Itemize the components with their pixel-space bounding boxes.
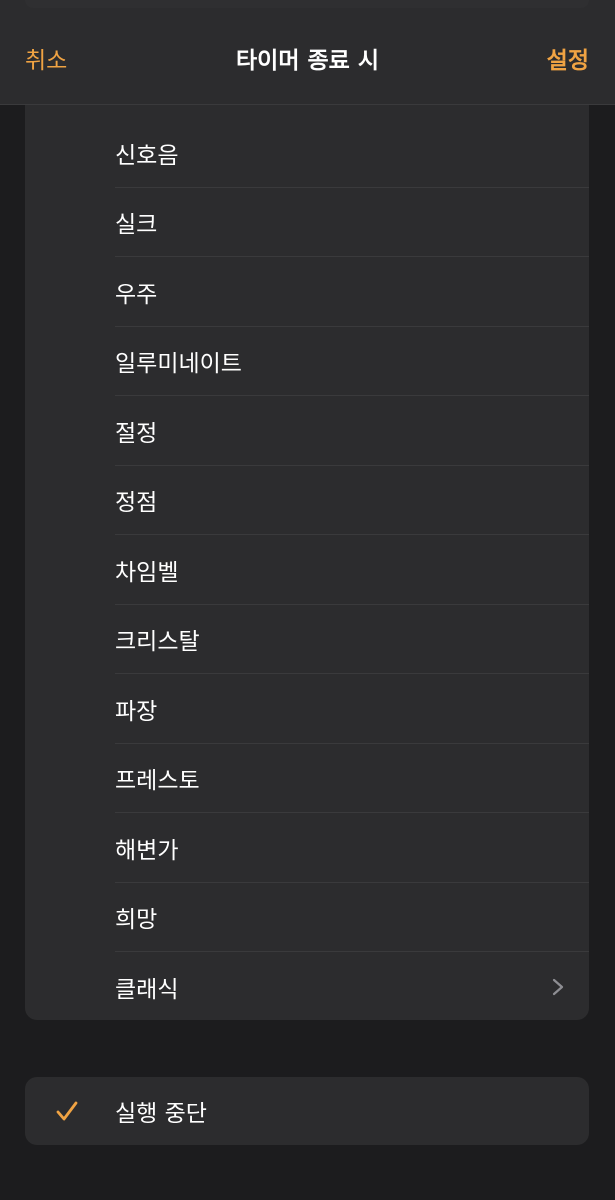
sound-item-illuminate[interactable]: 일루미네이트 — [25, 327, 589, 396]
card-edge — [25, 0, 589, 8]
checkmark-icon — [56, 1101, 78, 1121]
sound-item-label: 프레스토 — [115, 768, 200, 795]
sound-item-apex[interactable]: 정점 — [25, 466, 589, 535]
sound-item-label: 정점 — [115, 490, 158, 517]
sound-item-cosmic[interactable]: 우주 — [25, 257, 589, 327]
sound-item-label: 차임벨 — [115, 559, 179, 586]
sound-item-uplift[interactable]: 희망 — [25, 883, 589, 952]
sound-item-ripples[interactable]: 파장 — [25, 674, 589, 744]
page-title: 타이머 종료 시 — [236, 48, 379, 74]
sound-item-label: 해변가 — [115, 837, 179, 864]
set-button[interactable]: 설정 — [547, 41, 589, 75]
sound-item-crystals[interactable]: 크리스탈 — [25, 605, 589, 674]
chevron-right-icon — [552, 978, 564, 995]
sound-item-label: 절정 — [115, 420, 158, 447]
sound-item-climax[interactable]: 절정 — [25, 396, 589, 466]
sound-item-seaside[interactable]: 해변가 — [25, 813, 589, 883]
stop-playing-label: 실행 중단 — [115, 1101, 207, 1127]
timer-end-sound-screen: 신호음 실크 우주 일루미네이트 절정 정점 차임벨 크리스탈 파장 프레스토 … — [0, 0, 615, 1200]
sound-item-silk[interactable]: 실크 — [25, 188, 589, 257]
sound-item-presto[interactable]: 프레스토 — [25, 744, 589, 813]
sound-item-label: 일루미네이트 — [115, 351, 242, 378]
sound-item-classic[interactable]: 클래식 — [25, 952, 589, 1020]
sound-item-label: 신호음 — [115, 142, 179, 169]
sound-item-label: 우주 — [115, 281, 158, 308]
sound-item-label: 파장 — [115, 698, 158, 725]
sound-item-label: 실크 — [115, 212, 158, 239]
nav-header: 취소 타이머 종료 시 설정 — [0, 0, 615, 105]
stop-playing-option[interactable]: 실행 중단 — [25, 1077, 589, 1145]
sound-list-card: 신호음 실크 우주 일루미네이트 절정 정점 차임벨 크리스탈 파장 프레스토 … — [25, 48, 589, 1020]
sound-list: 신호음 실크 우주 일루미네이트 절정 정점 차임벨 크리스탈 파장 프레스토 … — [25, 118, 589, 1020]
sound-item-beacon[interactable]: 신호음 — [25, 118, 589, 188]
sound-item-label: 클래식 — [115, 976, 179, 1003]
sound-item-chimes[interactable]: 차임벨 — [25, 535, 589, 605]
sound-item-label: 크리스탈 — [115, 629, 200, 656]
sound-item-label: 희망 — [115, 907, 158, 934]
